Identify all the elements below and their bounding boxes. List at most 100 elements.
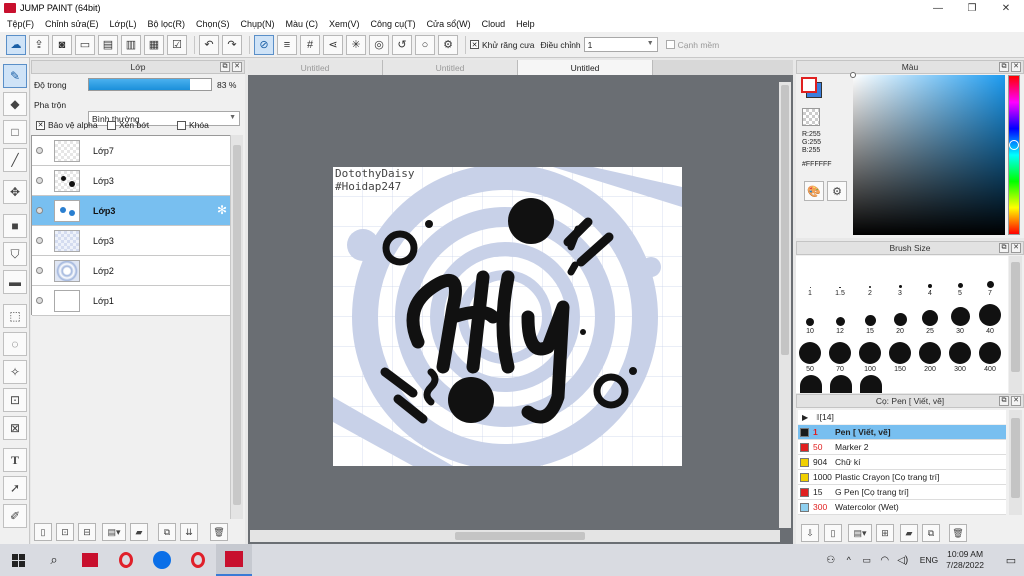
text-tool-icon[interactable]: T	[3, 448, 27, 472]
pen-row[interactable]: 1000 Plastic Crayon [Cọ trang trí]	[798, 470, 1006, 485]
wifi-icon[interactable]: ◠	[876, 544, 894, 576]
artwork-canvas[interactable]: DotothyDaisy #Hoidap247	[333, 167, 682, 466]
brush-size-option[interactable]: 100	[855, 337, 885, 373]
language-indicator[interactable]: ENG	[920, 555, 938, 565]
brush-size-option[interactable]: 5	[945, 261, 975, 297]
chevron-up-icon[interactable]: ^	[840, 544, 858, 576]
menu-edit[interactable]: Chỉnh sửa(E)	[45, 19, 99, 29]
undo-icon[interactable]: ↶	[199, 34, 219, 55]
select-pen-tool-icon[interactable]: ⊡	[3, 388, 27, 412]
snap-off-icon[interactable]: ⊘	[254, 34, 274, 55]
share-icon[interactable]: ⇪	[29, 34, 49, 55]
foreground-color-swatch[interactable]	[801, 77, 817, 93]
close-icon[interactable]: ✕	[1011, 62, 1021, 72]
scrollbar-thumb[interactable]	[455, 532, 585, 540]
layer-row-selected[interactable]: Lớp3 ✻	[32, 196, 230, 226]
concentric-icon[interactable]: ◎	[369, 34, 389, 55]
volume-icon[interactable]: ◁)	[894, 544, 912, 576]
pen-group-row[interactable]: ▶ ǁ [14]	[798, 410, 1006, 424]
brush-size-option[interactable]: 400	[975, 337, 1005, 373]
new-layer-1bit-icon[interactable]: ⊟	[78, 523, 96, 541]
layer-row[interactable]: Lớp3	[32, 226, 230, 256]
line-tool-icon[interactable]: ╱	[3, 148, 27, 172]
opera-icon[interactable]	[108, 544, 144, 576]
speech-icon[interactable]: ▭	[75, 34, 95, 55]
close-icon[interactable]: ✕	[232, 62, 242, 72]
magic-wand-tool-icon[interactable]: ✧	[3, 360, 27, 384]
windows-start-icon[interactable]	[0, 544, 36, 576]
antialias-checkbox[interactable]: ✕	[470, 40, 479, 49]
app-icon-red[interactable]	[72, 544, 108, 576]
move-tool-icon[interactable]: ✥	[3, 180, 27, 204]
redo-icon[interactable]: ↷	[222, 34, 242, 55]
menu-select[interactable]: Chọn(S)	[196, 19, 230, 29]
layer-row[interactable]: Lớp1	[32, 286, 230, 316]
protect-alpha-checkbox[interactable]: ✕	[36, 120, 45, 130]
radial-lines-icon[interactable]: ✳	[346, 34, 366, 55]
operation-tool-icon[interactable]: ➚	[3, 476, 27, 500]
fill-rect-tool-icon[interactable]: ■	[3, 214, 27, 238]
tab-untitled-1[interactable]: Untitled	[248, 60, 383, 75]
saturation-value-picker[interactable]	[850, 72, 1005, 235]
folder-icon[interactable]: ▰	[130, 523, 148, 541]
brush-size-option[interactable]: 1	[795, 261, 825, 297]
pen-tool-icon[interactable]: ✎	[3, 64, 27, 88]
lasso-tool-icon[interactable]: ◌	[3, 332, 27, 356]
visibility-icon[interactable]	[36, 267, 43, 274]
eraser-tool-icon[interactable]: ◆	[3, 92, 27, 116]
brush-size-option[interactable]: 12	[825, 299, 855, 335]
brush-size-option[interactable]: 150	[885, 337, 915, 373]
menu-window[interactable]: Cửa sổ(W)	[427, 19, 471, 29]
close-button[interactable]: ✕	[989, 0, 1023, 16]
brush-settings-icon[interactable]: ⊞	[876, 524, 894, 542]
layer-row[interactable]: Lớp7	[32, 136, 230, 166]
brush-dot-icon[interactable]	[830, 375, 852, 393]
curve-icon[interactable]: ↺	[392, 34, 412, 55]
brush-size-option[interactable]: 20	[885, 299, 915, 335]
bucket-tool-icon[interactable]: ⛉	[3, 242, 27, 266]
undock-icon[interactable]: ⧉	[999, 396, 1009, 406]
notification-icon[interactable]: ▭	[998, 544, 1024, 576]
brush-size-option[interactable]: 10	[795, 299, 825, 335]
rectangle-tool-icon[interactable]: □	[3, 120, 27, 144]
zalo-icon[interactable]	[144, 544, 180, 576]
pen-row[interactable]: 300 Watercolor (Wet)	[798, 500, 1006, 515]
brush-dot-icon[interactable]	[860, 375, 882, 393]
scrollbar-thumb[interactable]	[1011, 418, 1020, 498]
brush-size-option[interactable]: 2	[855, 261, 885, 297]
canvas-horizontal-scrollbar[interactable]	[250, 530, 780, 542]
crosshatch-icon[interactable]: #	[300, 34, 320, 55]
menu-file[interactable]: Tệp(F)	[7, 19, 34, 29]
tab-untitled-3[interactable]: Untitled	[518, 60, 653, 75]
brush-size-option[interactable]: 30	[945, 299, 975, 335]
hue-slider[interactable]	[1008, 75, 1020, 235]
trash-icon[interactable]: 🗑	[210, 523, 228, 541]
menu-filter[interactable]: Bộ lọc(R)	[147, 19, 185, 29]
menu-color[interactable]: Màu (C)	[286, 19, 319, 29]
new-layer-icon[interactable]: ▯	[34, 523, 52, 541]
scrollbar-thumb[interactable]	[1011, 262, 1020, 372]
menu-view[interactable]: Xem(V)	[329, 19, 360, 29]
pen-row[interactable]: 50 Marker 2	[798, 440, 1006, 455]
palette-settings-icon[interactable]: ⚙	[827, 181, 847, 201]
brush-size-option[interactable]: 300	[945, 337, 975, 373]
minimize-button[interactable]: —	[921, 0, 955, 16]
jump-paint-taskbar-icon[interactable]	[216, 544, 252, 576]
settings-icon[interactable]: ⚙	[438, 34, 458, 55]
pen-row-selected[interactable]: 1 Pen [ Viết, vẽ] ✻	[798, 425, 1020, 440]
opera-gx-icon[interactable]	[180, 544, 216, 576]
visibility-icon[interactable]	[36, 177, 43, 184]
pen-row[interactable]: 904 Chữ kí	[798, 455, 1006, 470]
eyedropper-tool-icon[interactable]: ✐	[3, 504, 27, 528]
brush-download-icon[interactable]: ⇩	[801, 524, 819, 542]
visibility-icon[interactable]	[36, 207, 43, 214]
undock-icon[interactable]: ⧉	[999, 243, 1009, 253]
menu-layer[interactable]: Lớp(L)	[110, 19, 137, 29]
close-icon[interactable]: ✕	[1011, 396, 1021, 406]
clipping-checkbox[interactable]	[107, 120, 116, 130]
circle-snap-icon[interactable]: ○	[415, 34, 435, 55]
brush-size-option[interactable]: 7	[975, 261, 1005, 297]
pen-scrollbar[interactable]	[1009, 410, 1022, 515]
brush-size-option[interactable]: 3	[885, 261, 915, 297]
scrollbar-thumb[interactable]	[233, 145, 241, 505]
